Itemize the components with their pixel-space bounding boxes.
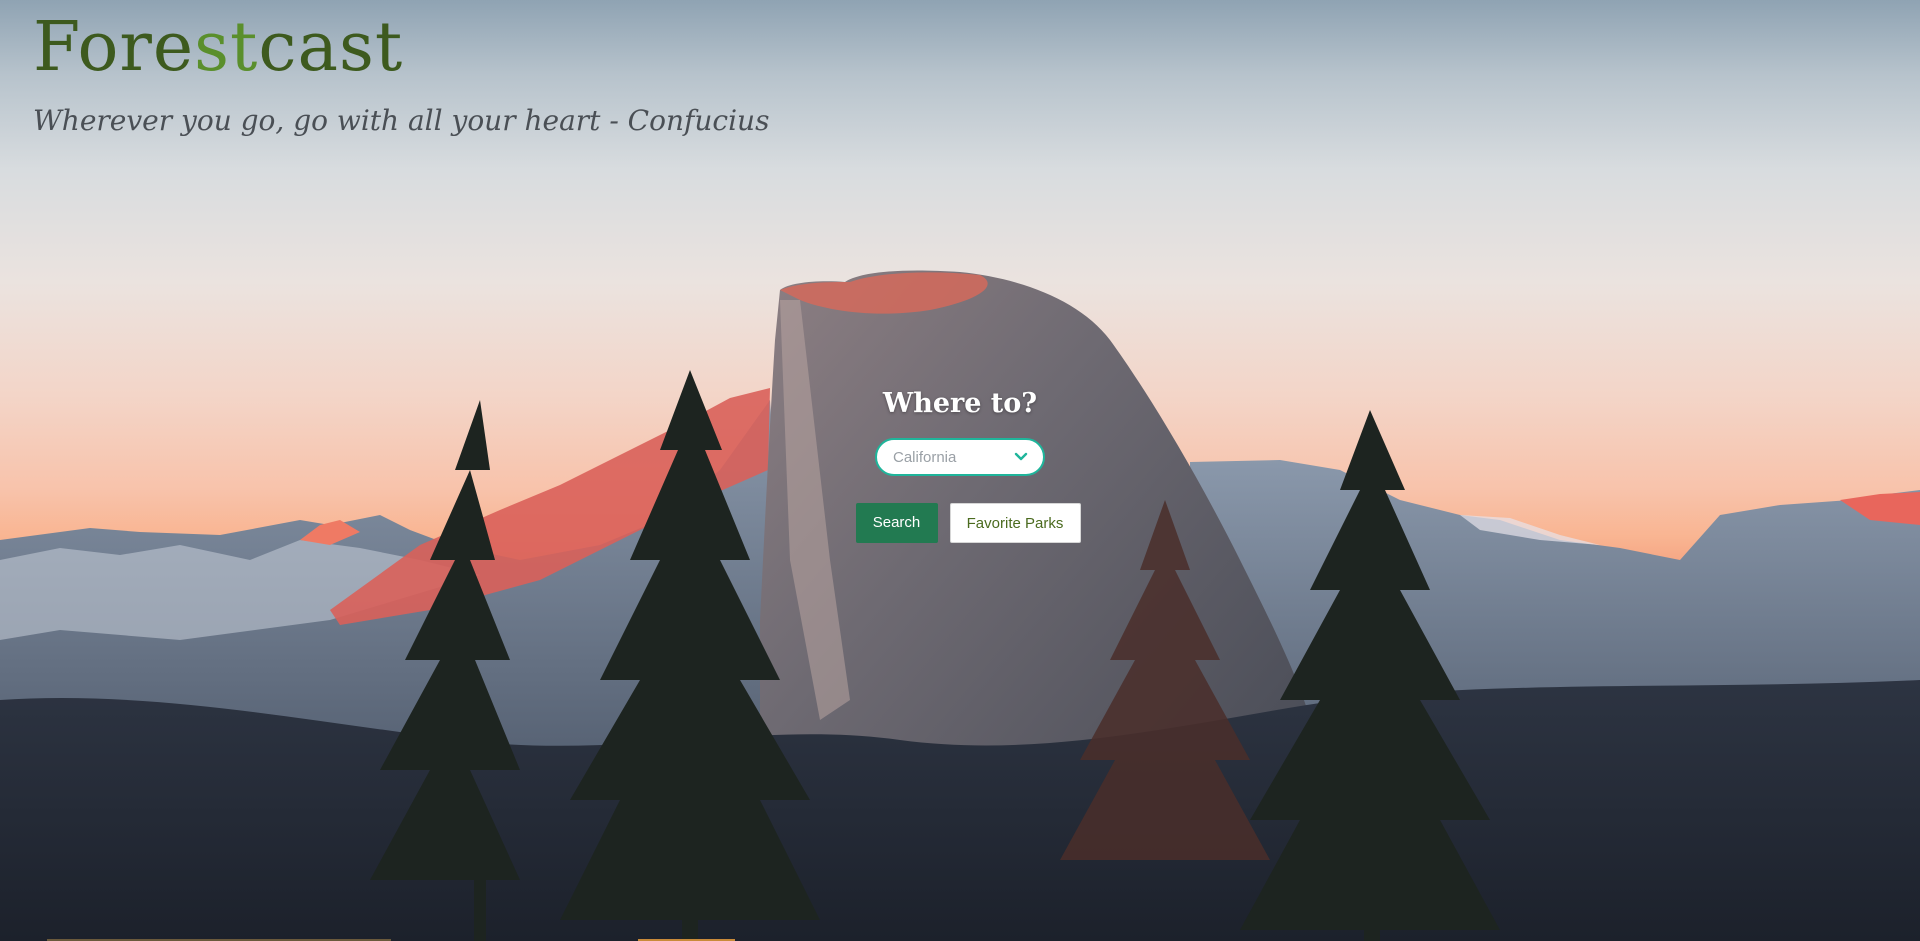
chevron-down-icon <box>1014 452 1028 461</box>
action-buttons: Search Favorite Parks <box>0 503 1920 543</box>
brand-logo-part1: Fore <box>33 8 195 87</box>
search-heading: Where to? <box>882 388 1038 419</box>
landing-page: Forestcast Wherever you go, go with all … <box>0 0 1920 941</box>
tagline: Wherever you go, go with all your heart … <box>33 104 770 137</box>
state-select[interactable]: California <box>875 438 1045 476</box>
search-button[interactable]: Search <box>855 503 938 543</box>
state-select-value: California <box>893 449 957 466</box>
brand-logo-part3: cast <box>258 8 404 87</box>
brand-logo[interactable]: Forestcast <box>33 14 403 82</box>
search-panel: Where to? California Search Favorite Par… <box>0 388 1920 543</box>
brand-logo-accent: st <box>194 8 259 87</box>
favorite-parks-button[interactable]: Favorite Parks <box>949 503 1081 543</box>
